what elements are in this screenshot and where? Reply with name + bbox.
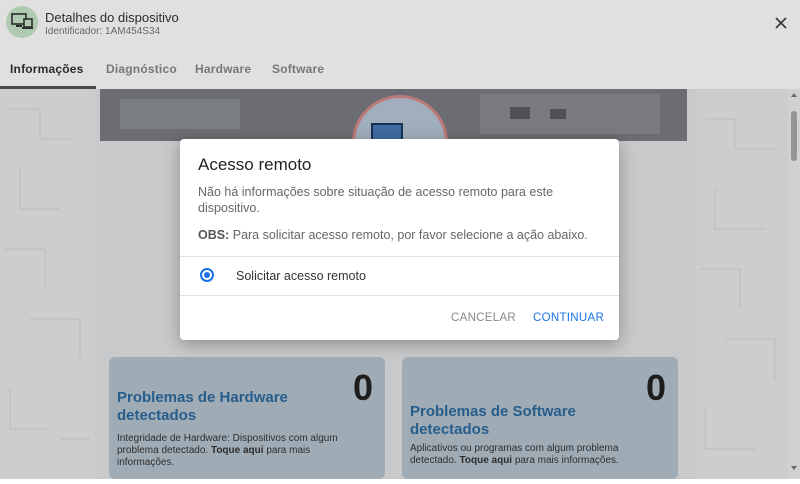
cancel-button[interactable]: CANCELAR (451, 312, 516, 324)
remote-access-option-label[interactable]: Solicitar acesso remoto (236, 269, 366, 283)
note-text: Para solicitar acesso remoto, por favor … (232, 228, 588, 242)
dialog-note: OBS: Para solicitar acesso remoto, por f… (198, 228, 608, 242)
divider (180, 295, 619, 296)
dialog-title: Acesso remoto (198, 155, 312, 174)
divider (180, 256, 619, 257)
radio-selected-dot (204, 272, 210, 278)
dialog-message: Não há informações sobre situação de ace… (198, 185, 554, 215)
continue-button[interactable]: CONTINUAR (533, 312, 604, 324)
remote-access-dialog: Acesso remoto Não há informações sobre s… (180, 139, 619, 340)
note-label: OBS: (198, 228, 230, 242)
remote-access-radio[interactable] (200, 268, 214, 282)
